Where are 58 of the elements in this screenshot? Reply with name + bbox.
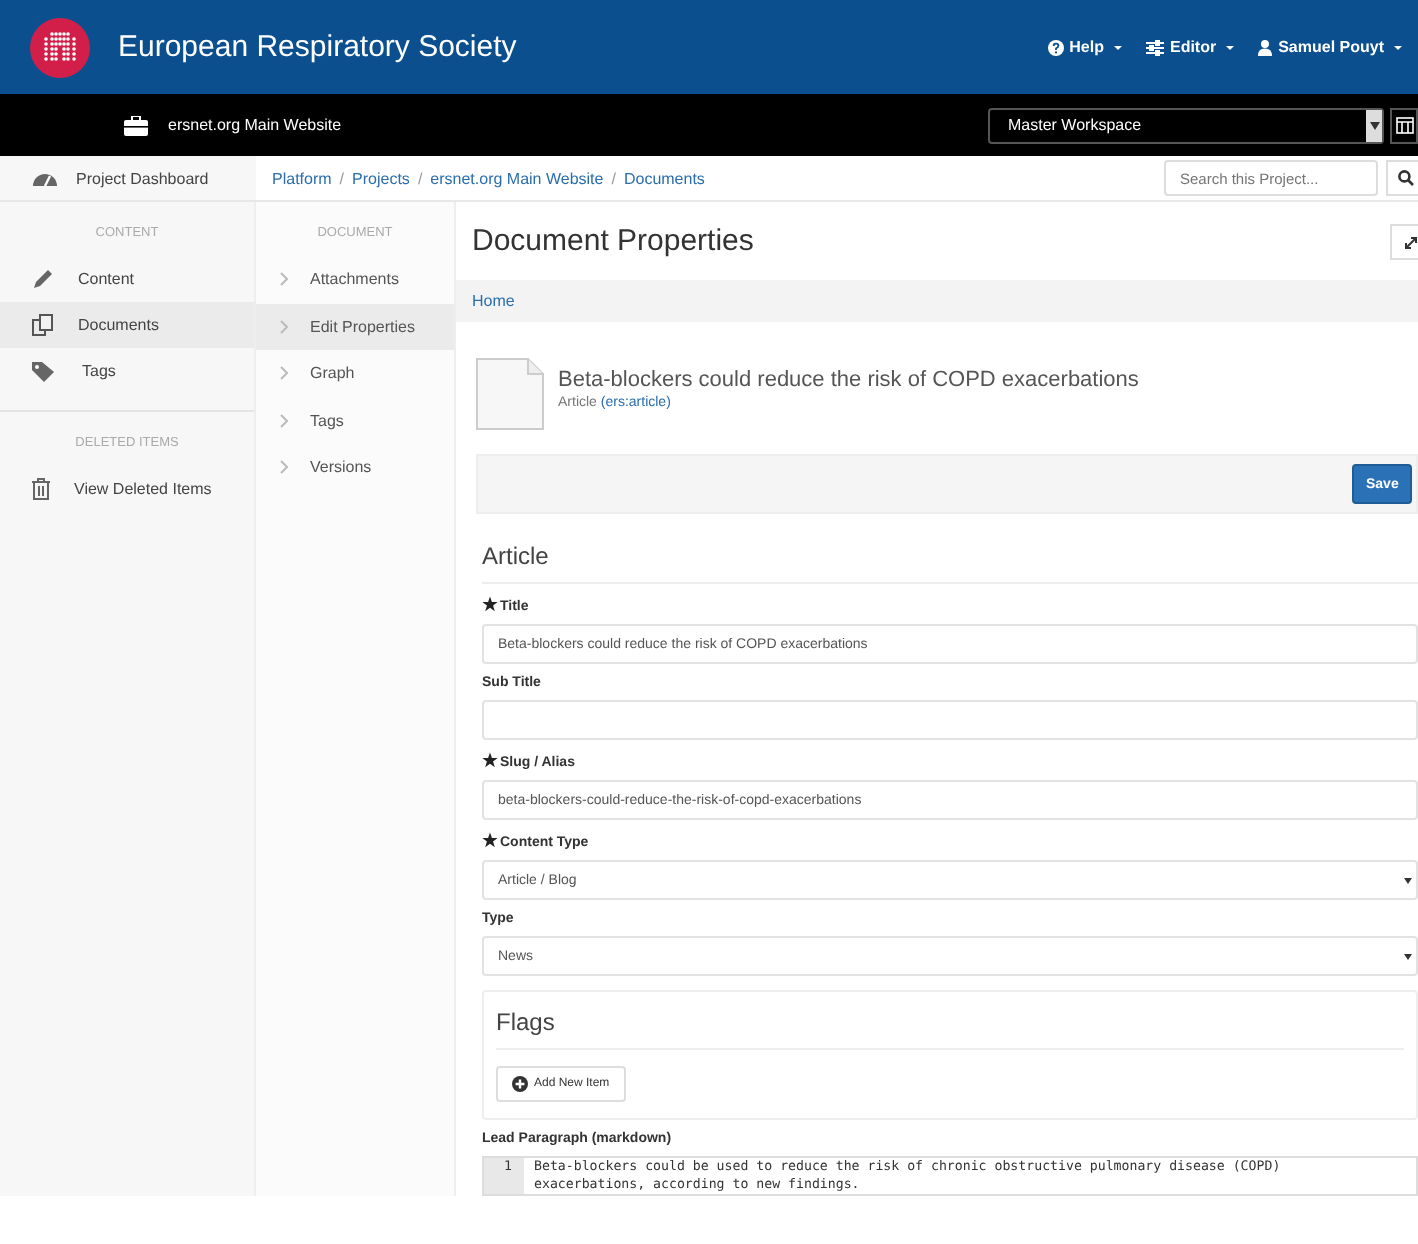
- dashboard-gauge-icon: [32, 168, 58, 188]
- expand-arrows-icon: [1403, 236, 1417, 250]
- sidebar-item[interactable]: Documents: [0, 302, 254, 348]
- chevron-right-icon: [280, 319, 288, 334]
- text-field[interactable]: [482, 700, 1418, 740]
- sliders-icon: [1145, 39, 1164, 55]
- header-menu[interactable]: Samuel Pouyt: [1258, 38, 1402, 56]
- trash-icon: [32, 478, 50, 500]
- required-star-icon: [482, 752, 498, 768]
- briefcase-icon: [124, 115, 148, 135]
- breadcrumb-link[interactable]: Documents: [623, 169, 705, 187]
- tags-icon: [32, 361, 58, 381]
- caret-down-icon: [1404, 877, 1412, 883]
- help-icon: [1047, 39, 1064, 55]
- breadcrumb-separator: /: [611, 169, 616, 187]
- plus-circle-icon: [512, 1076, 528, 1092]
- document-icon: [476, 358, 544, 430]
- breadcrumb-link[interactable]: Platform: [272, 169, 332, 187]
- required-star-icon: [482, 832, 498, 848]
- sidebar-item[interactable]: Content: [0, 256, 254, 302]
- user-icon: [1258, 39, 1273, 55]
- site-title: European Respiratory Society: [118, 30, 517, 64]
- document-nav-item[interactable]: Tags: [256, 397, 454, 444]
- chevron-right-icon: [280, 460, 288, 475]
- sidebar-item[interactable]: Tags: [0, 348, 254, 394]
- search-button[interactable]: [1386, 160, 1418, 196]
- document-nav-item[interactable]: Attachments: [256, 256, 454, 303]
- calendar-icon: [1395, 116, 1413, 134]
- pencil-icon: [32, 268, 54, 290]
- project-name: ersnet.org Main Website: [168, 116, 342, 134]
- breadcrumb-separator: /: [339, 169, 345, 187]
- breadcrumb-link[interactable]: Projects: [352, 169, 410, 187]
- search-icon: [1398, 170, 1414, 186]
- expand-button[interactable]: [1390, 223, 1418, 259]
- chevron-right-icon: [280, 272, 288, 287]
- lungs-logo-icon: [30, 17, 90, 77]
- header-menu[interactable]: Help: [1047, 38, 1122, 56]
- document-title: Beta-blockers could reduce the risk of COPD exacerbations: [558, 368, 1139, 392]
- document-nav-item[interactable]: Versions: [256, 444, 454, 491]
- calendar-button[interactable]: [1390, 107, 1418, 143]
- document-nav-item[interactable]: Edit Properties: [256, 303, 454, 350]
- form-heading: Article: [482, 542, 1418, 584]
- header-menu[interactable]: Editor: [1145, 38, 1235, 56]
- chevron-right-icon: [280, 366, 288, 381]
- documents-icon: [32, 314, 54, 336]
- workspace-select[interactable]: Master Workspace: [988, 107, 1384, 143]
- flags-heading: Flags: [496, 1008, 1404, 1050]
- breadcrumb-link[interactable]: ersnet.org Main Website: [430, 169, 604, 187]
- path-link[interactable]: Home: [472, 292, 515, 310]
- caret-down-icon: [1369, 121, 1379, 129]
- page-title: Document Properties: [472, 224, 754, 258]
- sidebar-item[interactable]: View Deleted Items: [0, 466, 254, 512]
- caret-down-icon: [1404, 953, 1412, 959]
- document-nav-item[interactable]: Graph: [256, 350, 454, 397]
- sidebar-item[interactable]: Project Dashboard: [0, 156, 256, 202]
- required-star-icon: [482, 596, 498, 612]
- chevron-right-icon: [280, 413, 288, 428]
- breadcrumb-separator: /: [417, 169, 423, 187]
